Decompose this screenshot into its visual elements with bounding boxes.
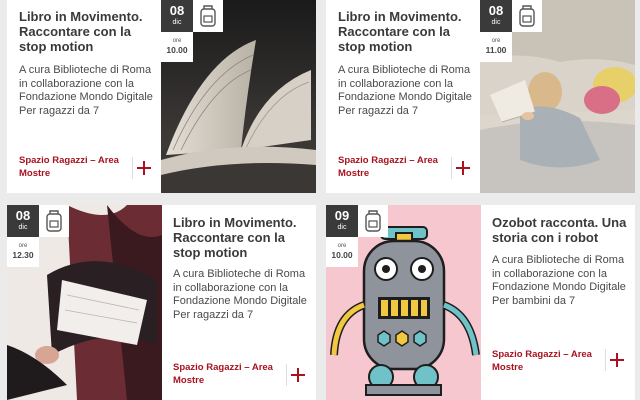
backpack-icon: [200, 5, 216, 27]
event-title[interactable]: Libro in Movimento. Raccontare con la st…: [19, 9, 159, 54]
time-value: 11.00: [485, 45, 507, 55]
event-date: 08 dic: [480, 0, 512, 32]
backpack-icon: [46, 210, 62, 232]
event-day: 08: [15, 208, 31, 223]
backpack-icon: [519, 5, 535, 27]
event-title[interactable]: Ozobot racconta. Una storia con i robot: [492, 215, 630, 245]
event-location: Spazio Ragazzi – Area Mostre: [492, 349, 592, 373]
time-value: 10.00: [166, 45, 188, 55]
time-label: ore: [172, 38, 182, 44]
event-day: 08: [488, 3, 504, 18]
add-event-button[interactable]: [456, 160, 472, 176]
event-date: 09 dic: [326, 205, 358, 237]
event-location: Spazio Ragazzi – Area Mostre: [338, 155, 438, 179]
add-event-button[interactable]: [137, 160, 153, 176]
event-time: ore 10.00: [326, 237, 358, 267]
category-badge: [358, 205, 388, 237]
event-description: A cura Biblioteche di Roma in collaboraz…: [19, 64, 153, 117]
event-card[interactable]: 08 dic ore 12.30 Libro in Movimento. Rac…: [7, 205, 316, 400]
event-description: A cura Biblioteche di Roma in collaboraz…: [173, 268, 307, 321]
event-title[interactable]: Libro in Movimento. Raccontare con la st…: [338, 9, 478, 54]
category-badge: [512, 0, 542, 32]
event-date: 08 dic: [161, 0, 193, 32]
event-month: dic: [172, 19, 182, 26]
event-description: A cura Biblioteche di Roma in collaboraz…: [492, 254, 626, 307]
event-card[interactable]: Libro in Movimento. Raccontare con la st…: [7, 0, 316, 193]
category-badge: [39, 205, 69, 237]
time-value: 12.30: [12, 250, 34, 260]
divider: [132, 157, 133, 179]
event-month: dic: [491, 19, 501, 26]
event-description: A cura Biblioteche di Roma in collaboraz…: [338, 64, 472, 117]
time-label: ore: [337, 243, 347, 249]
divider: [605, 349, 606, 371]
backpack-icon: [365, 210, 381, 232]
add-event-button[interactable]: [291, 367, 307, 383]
category-badge: [193, 0, 223, 32]
event-day: 09: [334, 208, 350, 223]
time-value: 10.00: [331, 250, 353, 260]
event-location: Spazio Ragazzi – Area Mostre: [173, 362, 273, 386]
event-location: Spazio Ragazzi – Area Mostre: [19, 155, 119, 179]
divider: [286, 364, 287, 386]
event-date: 08 dic: [7, 205, 39, 237]
event-time: ore 10.00: [161, 32, 193, 62]
event-day: 08: [169, 3, 185, 18]
event-card[interactable]: 09 dic ore 10.00 Ozobot racconta. Una st…: [326, 205, 635, 400]
event-month: dic: [18, 224, 28, 231]
event-title[interactable]: Libro in Movimento. Raccontare con la st…: [173, 215, 313, 260]
divider: [451, 157, 452, 179]
time-label: ore: [491, 38, 501, 44]
event-month: dic: [337, 224, 347, 231]
event-time: ore 11.00: [480, 32, 512, 62]
event-card[interactable]: Libro in Movimento. Raccontare con la st…: [326, 0, 635, 193]
time-label: ore: [18, 243, 28, 249]
event-time: ore 12.30: [7, 237, 39, 267]
add-event-button[interactable]: [610, 352, 626, 368]
